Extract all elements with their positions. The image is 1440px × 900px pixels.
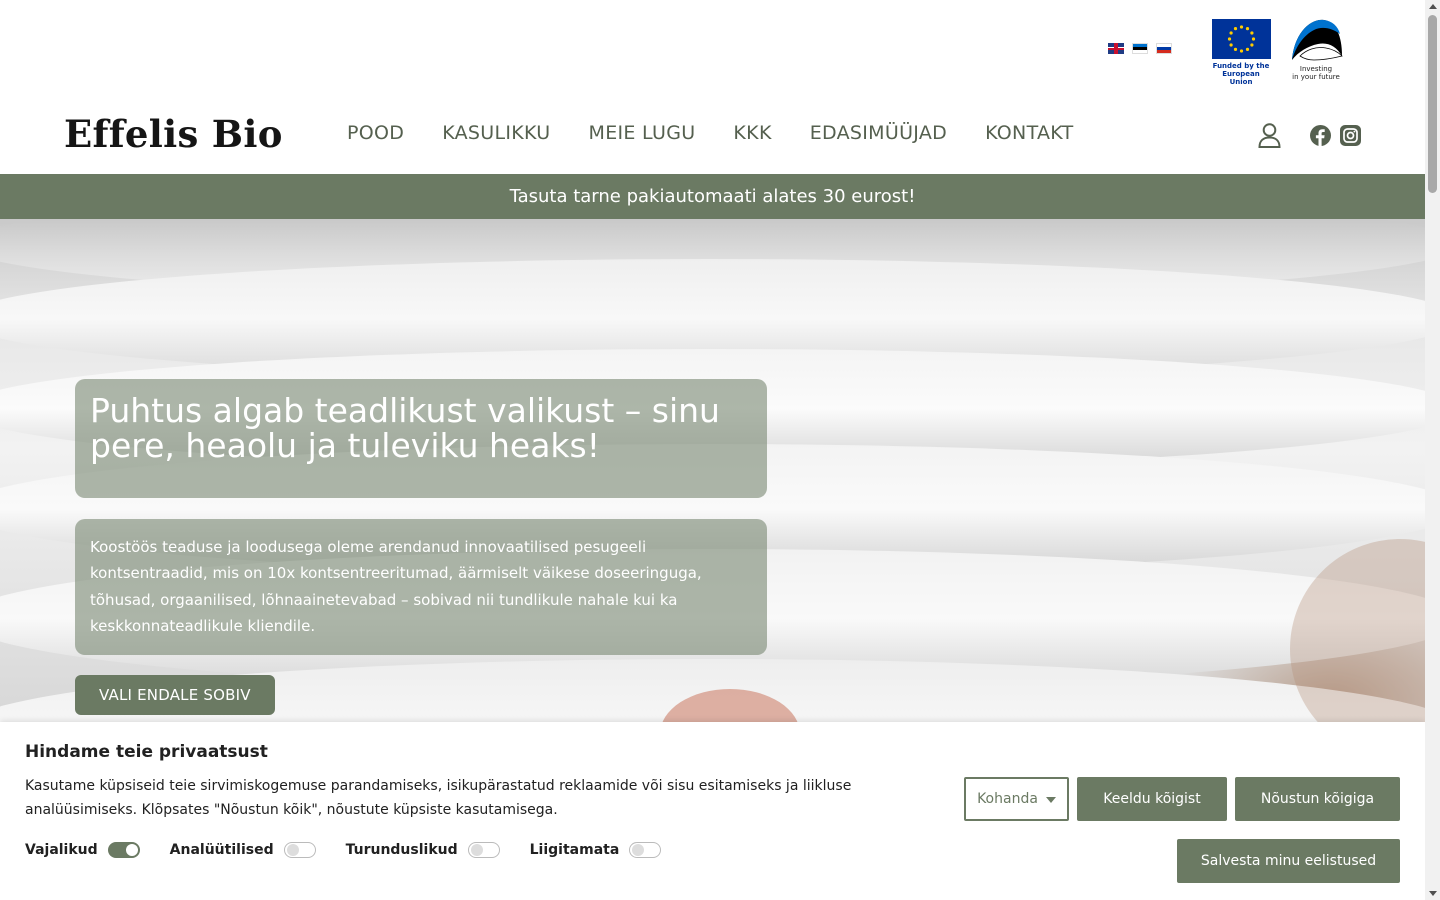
eu-funding-logo: Funded by the European Union (1211, 19, 1271, 86)
chevron-down-icon (1045, 797, 1056, 803)
estonia-flag-icon[interactable] (1132, 43, 1148, 54)
nav-item-pood[interactable]: POOD (347, 122, 404, 144)
language-switcher (1108, 43, 1172, 54)
instagram-icon[interactable] (1340, 125, 1361, 150)
cookie-title: Hindame teie privaatsust (25, 742, 268, 762)
scroll-up-icon[interactable] (1429, 4, 1437, 9)
accept-all-button[interactable]: Nõustun kõigiga (1235, 777, 1400, 821)
page: Funded by the European Union Investing i… (0, 0, 1425, 900)
cookie-description: Kasutame küpsiseid teie sirvimiskogemuse… (25, 778, 852, 818)
uk-flag-icon[interactable] (1108, 43, 1124, 54)
main-nav: POOD KASULIKKU MEIE LUGU KKK EDASIMÜÜJAD… (347, 122, 1112, 144)
hero-title-box: Puhtus algab teadlikust valikust – sinu … (75, 379, 767, 498)
nav-item-meie-lugu[interactable]: MEIE LUGU (589, 122, 696, 144)
promo-text: Tasuta tarne pakiautomaati alates 30 eur… (509, 186, 916, 207)
brand-logo[interactable]: Effelis Bio (64, 112, 283, 156)
hero-text-box: Koostöös teaduse ja loodusega oleme aren… (75, 519, 767, 655)
toggle-necessary[interactable]: Vajalikud (25, 842, 140, 858)
page-scrollbar[interactable] (1425, 0, 1440, 900)
estonia-investing-logo: Investing in your future (1288, 16, 1344, 81)
scrollbar-thumb[interactable] (1428, 15, 1437, 193)
hero-description: Koostöös teaduse ja loodusega oleme aren… (90, 538, 702, 635)
analytics-switch[interactable] (283, 842, 316, 858)
header-icons (1258, 123, 1361, 152)
scroll-down-icon[interactable] (1429, 891, 1437, 896)
hero-section: Puhtus algab teadlikust valikust – sinu … (0, 219, 1425, 729)
choose-product-button[interactable]: VALI ENDALE SOBIV (75, 675, 275, 715)
necessary-switch[interactable] (107, 842, 140, 858)
russia-flag-icon[interactable] (1156, 43, 1172, 54)
estonia-swallow-icon (1292, 19, 1343, 61)
toggle-analytics[interactable]: Analüütilised (170, 842, 316, 858)
toggle-uncategorized[interactable]: Liigitamata (530, 842, 662, 858)
nav-item-edasimuujad[interactable]: EDASIMÜÜJAD (810, 122, 947, 144)
eu-funding-text: Funded by the European Union (1212, 62, 1270, 86)
eu-flag-icon (1211, 19, 1271, 59)
customize-button[interactable]: Kohanda (964, 777, 1069, 821)
cookie-consent-banner: Hindame teie privaatsust Kasutame küpsis… (0, 722, 1425, 900)
user-icon[interactable] (1258, 123, 1281, 152)
nav-item-kasulikku[interactable]: KASULIKKU (442, 122, 550, 144)
nav-item-kontakt[interactable]: KONTAKT (985, 122, 1073, 144)
uncategorized-switch[interactable] (629, 842, 662, 858)
facebook-icon[interactable] (1310, 125, 1331, 150)
save-preferences-button[interactable]: Salvesta minu eelistused (1177, 839, 1400, 883)
nav-item-kkk[interactable]: KKK (733, 122, 771, 144)
cookie-category-toggles: Vajalikud Analüütilised Turunduslikud Li… (25, 842, 691, 858)
estonia-investing-text: Investing in your future (1292, 65, 1340, 81)
toggle-marketing[interactable]: Turunduslikud (346, 842, 500, 858)
hero-title: Puhtus algab teadlikust valikust – sinu … (90, 391, 720, 465)
reject-all-button[interactable]: Keeldu kõigist (1077, 777, 1227, 821)
promo-banner: Tasuta tarne pakiautomaati alates 30 eur… (0, 174, 1425, 219)
marketing-switch[interactable] (467, 842, 500, 858)
